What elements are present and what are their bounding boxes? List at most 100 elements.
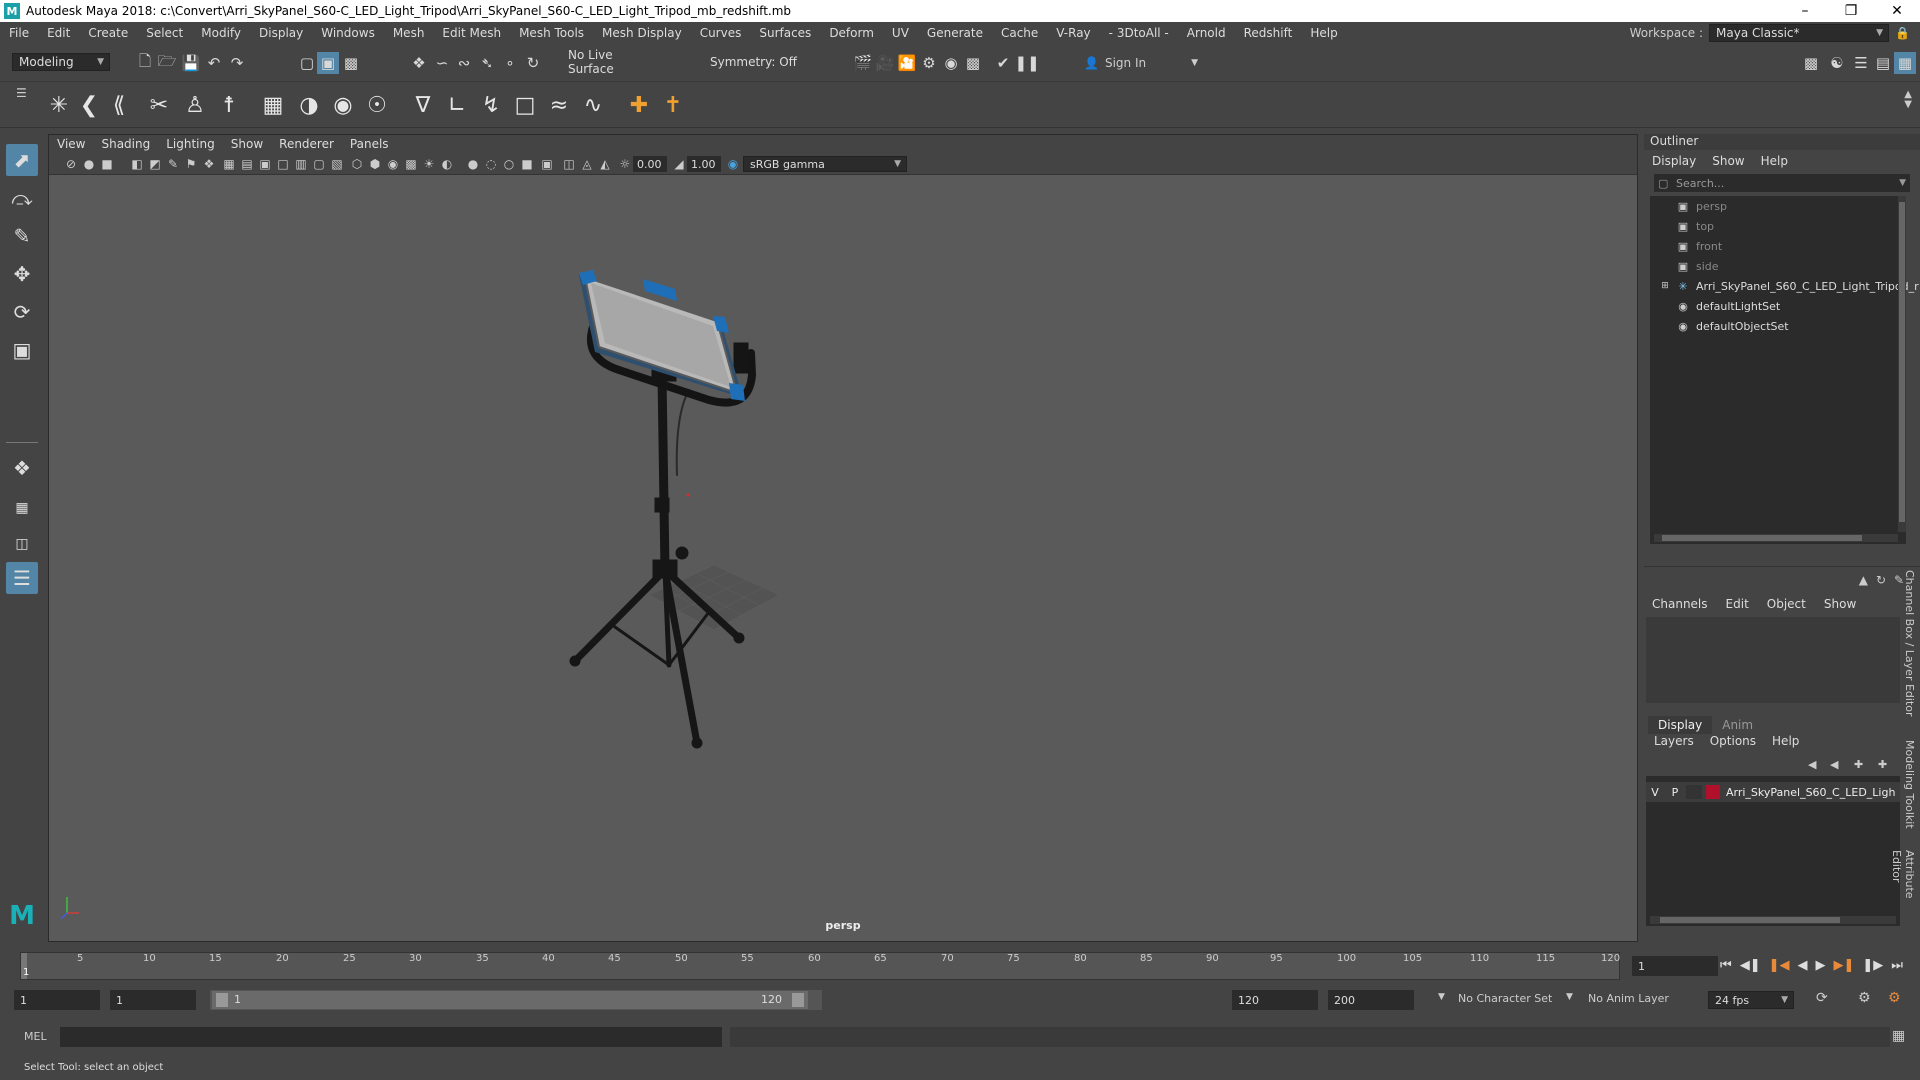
- wire-deformer-icon[interactable]: ◉: [328, 90, 358, 120]
- viewport-3d[interactable]: persp: [49, 175, 1637, 941]
- outliner-search-input[interactable]: ▢ Search... ▼: [1654, 174, 1910, 192]
- anti-aliasing-icon[interactable]: ○: [501, 156, 517, 172]
- field-chart-icon[interactable]: ▥: [293, 156, 309, 172]
- move-tool-icon[interactable]: ✥: [6, 258, 38, 290]
- flare-deformer-icon[interactable]: ∟: [442, 90, 472, 120]
- redshift-render-icon[interactable]: ▩: [962, 52, 984, 74]
- hypershade-icon[interactable]: ◉: [940, 52, 962, 74]
- four-view-icon[interactable]: ▦: [6, 492, 38, 524]
- menu-create[interactable]: Create: [79, 26, 137, 40]
- viewport-menu-renderer[interactable]: Renderer: [271, 137, 342, 151]
- close-icon[interactable]: ✕: [1874, 0, 1920, 22]
- step-back-frame-icon[interactable]: ❚◀: [1769, 958, 1790, 973]
- end-time-field[interactable]: 200: [1328, 990, 1414, 1010]
- new-layer-selected-icon[interactable]: ✚: [1878, 758, 1887, 771]
- chevron-down-icon[interactable]: ▼: [1566, 992, 1573, 1002]
- move-layer-down-icon[interactable]: ◀: [1830, 758, 1838, 771]
- tab-modeling-toolkit[interactable]: Modeling Toolkit: [1896, 740, 1916, 829]
- mode-dropdown[interactable]: Modeling ▼: [12, 53, 110, 71]
- new-layer-icon[interactable]: ✚: [1854, 758, 1863, 771]
- gamma-icon[interactable]: ◢: [671, 156, 687, 172]
- menu-vray[interactable]: V-Ray: [1047, 26, 1099, 40]
- grease-pencil-icon[interactable]: ✎: [165, 156, 181, 172]
- locator-icon[interactable]: ✚: [624, 90, 654, 120]
- tool-settings-icon[interactable]: ▤: [1872, 52, 1894, 74]
- color-management-icon[interactable]: ◉: [725, 156, 741, 172]
- loop-icon[interactable]: ⟳: [1816, 990, 1828, 1006]
- step-back-key-icon[interactable]: ◀❚: [1740, 958, 1761, 973]
- channelbox-menu-show[interactable]: Show: [1824, 597, 1856, 611]
- modeling-toolkit-icon[interactable]: ▩: [1800, 52, 1822, 74]
- anim-prefs-icon[interactable]: ⚙: [1888, 990, 1901, 1006]
- ambient-occlusion-icon[interactable]: ●: [465, 156, 481, 172]
- lasso-tool-icon[interactable]: ⤼: [6, 182, 38, 214]
- attribute-editor-icon[interactable]: ☰: [1850, 52, 1872, 74]
- minimize-icon[interactable]: –: [1782, 0, 1828, 22]
- snap-point-icon[interactable]: ∾: [453, 52, 475, 74]
- viewport-menu-view[interactable]: View: [49, 137, 93, 151]
- shelf-scroll-icon[interactable]: ▲ ▼: [1904, 90, 1912, 110]
- menu-file[interactable]: File: [0, 26, 38, 40]
- outliner-item-side[interactable]: ▣ side: [1676, 256, 1719, 276]
- channel-box-icon[interactable]: ▦: [1894, 52, 1916, 74]
- menu-cache[interactable]: Cache: [992, 26, 1047, 40]
- scrollbar-thumb[interactable]: [1662, 535, 1862, 541]
- snap-surface-icon[interactable]: ∘: [499, 52, 521, 74]
- tab-anim[interactable]: Anim: [1712, 716, 1763, 734]
- human-ik-icon[interactable]: ☯: [1826, 52, 1848, 74]
- render-view-icon[interactable]: 🎬: [852, 52, 874, 74]
- rotate-tool-icon[interactable]: ⟳: [6, 296, 38, 328]
- step-forward-key-icon[interactable]: ❚▶: [1862, 958, 1883, 973]
- exposure-icon[interactable]: ☼: [617, 156, 633, 172]
- maximize-icon[interactable]: ❐: [1828, 0, 1874, 22]
- wireframe-icon[interactable]: ⬡: [349, 156, 365, 172]
- menu-surfaces[interactable]: Surfaces: [750, 26, 820, 40]
- undo-icon[interactable]: ↶: [203, 52, 225, 74]
- anim-layer-label[interactable]: No Anim Layer: [1588, 992, 1669, 1005]
- xray-icon[interactable]: ◫: [561, 156, 577, 172]
- gamma-field[interactable]: 1.00: [687, 156, 721, 172]
- menu-help[interactable]: Help: [1301, 26, 1346, 40]
- tab-attribute-editor[interactable]: Attribute Editor: [1890, 850, 1916, 930]
- outliner-item-top[interactable]: ▣ top: [1676, 216, 1714, 236]
- cluster-icon[interactable]: ◑: [294, 90, 324, 120]
- range-end-handle[interactable]: [792, 993, 804, 1007]
- move-layer-up-icon[interactable]: ◀: [1808, 758, 1816, 771]
- depth-of-field-icon[interactable]: ■: [519, 156, 535, 172]
- gate-mask-icon[interactable]: □: [275, 156, 291, 172]
- scale-tool-icon[interactable]: ▣: [6, 334, 38, 366]
- layer-menu-layers[interactable]: Layers: [1654, 734, 1694, 748]
- outliner-item-defaultlightset[interactable]: ◉ defaultLightSet: [1676, 296, 1780, 316]
- shadows-icon[interactable]: ◐: [439, 156, 455, 172]
- playback-end-field[interactable]: 120: [1232, 990, 1318, 1010]
- ik-handle-icon[interactable]: ❮: [74, 90, 104, 120]
- bookmark-icon[interactable]: ■: [99, 156, 115, 172]
- menu-mesh-display[interactable]: Mesh Display: [593, 26, 691, 40]
- film-gate-icon[interactable]: ▤: [239, 156, 255, 172]
- exposure-field[interactable]: 0.00: [633, 156, 667, 172]
- menu-edit[interactable]: Edit: [38, 26, 79, 40]
- select-tool-icon[interactable]: ⬈: [6, 144, 38, 176]
- human-ik-rig-icon[interactable]: ☨: [214, 90, 244, 120]
- outliner-layout-icon[interactable]: ☰: [6, 562, 38, 594]
- tab-channel-box-layer-editor[interactable]: Channel Box / Layer Editor: [1896, 570, 1916, 717]
- outliner-menu-help[interactable]: Help: [1761, 154, 1788, 168]
- 2d-pan-icon[interactable]: ◩: [147, 156, 163, 172]
- camera-select-icon[interactable]: ⊘: [63, 156, 79, 172]
- ipr-render-icon[interactable]: 🎦: [896, 52, 918, 74]
- textured-icon[interactable]: ▩: [403, 156, 419, 172]
- isolate-select-icon[interactable]: ▣: [539, 156, 555, 172]
- bend-deformer-icon[interactable]: ∇: [408, 90, 438, 120]
- menu-display[interactable]: Display: [250, 26, 312, 40]
- layer-hscrollbar[interactable]: [1650, 916, 1896, 924]
- viewport-menu-panels[interactable]: Panels: [342, 137, 397, 151]
- menu-mesh-tools[interactable]: Mesh Tools: [510, 26, 593, 40]
- image-plane-icon[interactable]: ◧: [129, 156, 145, 172]
- play-backwards-icon[interactable]: ◀: [1797, 958, 1807, 973]
- current-frame-field[interactable]: 1: [1632, 956, 1718, 976]
- expand-icon[interactable]: ⊞: [1660, 280, 1670, 292]
- command-input[interactable]: [60, 1027, 722, 1047]
- outliner-item-persp[interactable]: ▣ persp: [1676, 196, 1727, 216]
- range-bar-handle[interactable]: 1 120: [212, 991, 808, 1009]
- outliner-item-skypanel[interactable]: ⊞ ✳ Arri_SkyPanel_S60_C_LED_Light_Tripod_r: [1660, 276, 1918, 296]
